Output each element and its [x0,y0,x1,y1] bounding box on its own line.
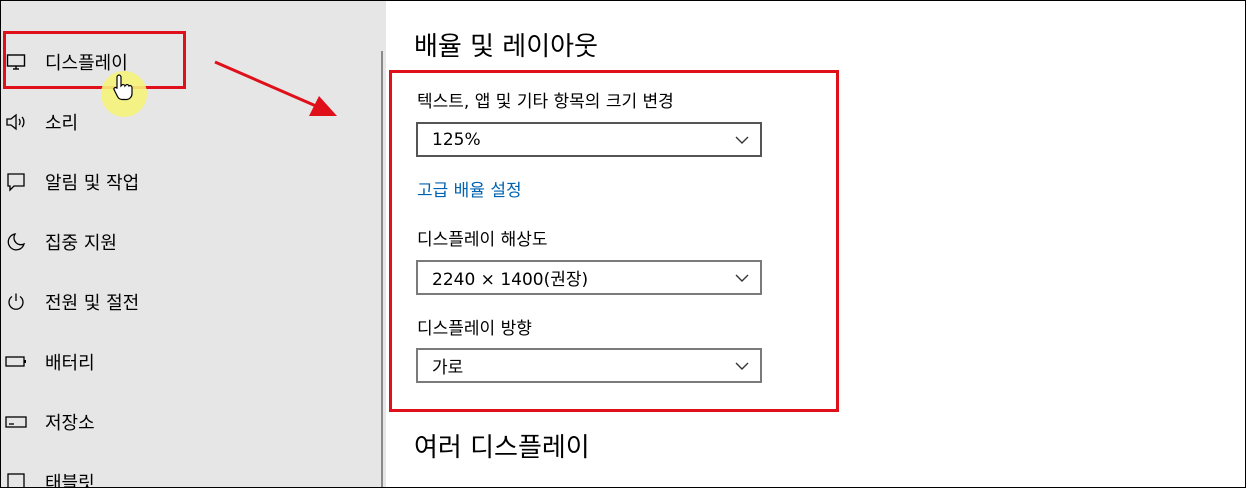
sidebar-item-label: 저장소 [45,413,95,434]
annotation-highlight-scale-section [389,70,839,412]
hand-pointer-icon [113,74,133,101]
storage-icon [5,411,27,433]
sidebar-scrollbar[interactable] [381,51,383,487]
sidebar-item-label: 소리 [45,113,79,134]
sidebar-item-battery[interactable]: 배터리 [1,342,371,382]
power-icon [5,291,27,313]
sidebar-item-label: 전원 및 절전 [45,293,140,314]
speaker-icon [5,111,27,133]
sidebar-item-tablet[interactable]: 태블릿 [1,462,371,488]
sidebar-item-focus-assist[interactable]: 집중 지원 [1,222,371,262]
sidebar-item-label: 알림 및 작업 [45,173,140,194]
tablet-icon [5,471,27,487]
sidebar-item-notifications[interactable]: 알림 및 작업 [1,162,371,202]
sidebar-item-power[interactable]: 전원 및 절전 [1,282,371,322]
annotation-highlight-display-item [3,31,186,89]
sidebar-item-label: 배터리 [45,353,95,374]
annotation-arrow-icon [214,60,337,116]
sidebar-item-storage[interactable]: 저장소 [1,402,371,442]
sidebar-item-label: 집중 지원 [45,233,117,254]
scale-layout-title: 배율 및 레이아웃 [414,32,598,62]
moon-icon [5,231,27,253]
notification-icon [5,171,27,193]
multi-display-title: 여러 디스플레이 [414,433,590,463]
settings-window: 디스플레이 소리 알림 및 작업 집중 지원 전원 및 절전 배터리 저장소 태… [0,0,1246,488]
sidebar-item-label: 태블릿 [45,473,95,488]
battery-icon [5,351,27,373]
